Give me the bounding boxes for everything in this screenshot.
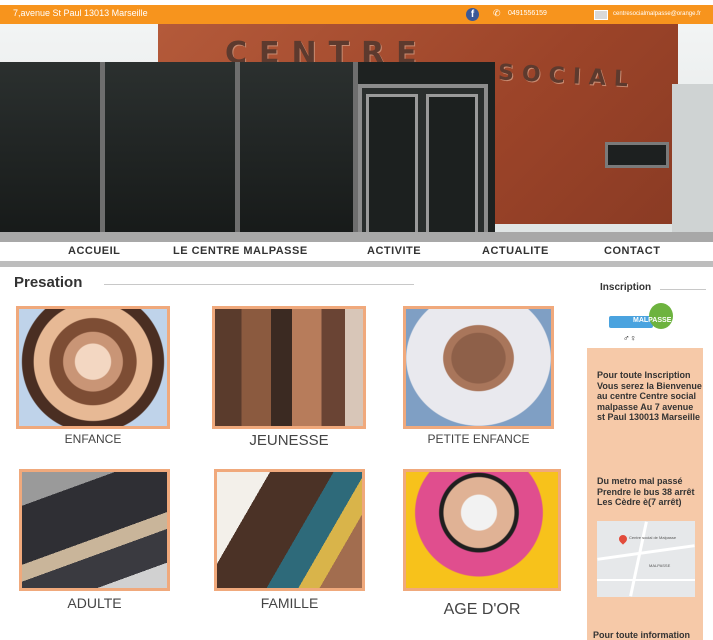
directions-text: Du metro mal passé Prendre le bus 38 arr… — [597, 476, 695, 507]
people-icon: ♂♀ — [623, 333, 637, 343]
phone-number[interactable]: 0491556159 — [508, 10, 547, 17]
card-image-adulte[interactable] — [19, 469, 170, 591]
nav-le-centre-malpasse[interactable]: LE CENTRE MALPASSE — [173, 245, 308, 257]
inscription-text: Pour toute Inscription Vous serez la Bie… — [597, 370, 702, 422]
location-map[interactable]: Centre social de Malpasse MALPASSE — [597, 521, 695, 597]
card-image-enfance[interactable] — [16, 306, 170, 429]
card-image-age-dor[interactable] — [403, 469, 561, 591]
map-label-area: MALPASSE — [649, 563, 671, 568]
map-label-centre: Centre social de Malpasse — [629, 535, 677, 540]
facebook-icon[interactable]: f — [466, 8, 479, 21]
malpasse-logo[interactable]: MALPASSE ♂♀ — [609, 303, 673, 345]
map-pin-icon — [617, 533, 629, 545]
card-image-famille[interactable] — [214, 469, 365, 591]
logo-text: MALPASSE — [633, 317, 672, 324]
inscription-info-box: Pour toute Inscription Vous serez la Bie… — [587, 348, 703, 640]
address-text: 7,avenue St Paul 13013 Marseille — [13, 8, 148, 18]
sidebar-title: Inscription — [600, 282, 652, 293]
card-label-petite-enfance[interactable]: PETITE ENFANCE — [403, 432, 554, 446]
entrance-door — [358, 84, 488, 242]
sidebar-footer-text: Pour toute information — [593, 630, 690, 640]
nav-contact[interactable]: CONTACT — [604, 245, 660, 257]
card-image-petite-enfance[interactable] — [403, 306, 554, 429]
email-link[interactable]: centresocialmalpasse@orange.fr — [613, 11, 701, 17]
section-title: Presation — [14, 274, 83, 291]
mail-icon — [594, 10, 608, 20]
hero-banner-image: CENTRE SOCIAL — [0, 24, 713, 242]
card-image-jeunesse[interactable] — [212, 306, 366, 429]
section-rule — [104, 284, 414, 285]
nav-accueil[interactable]: ACCUEIL — [68, 245, 120, 257]
phone-icon: ✆ — [493, 8, 501, 18]
nav-divider — [0, 261, 713, 267]
top-contact-bar: 7,avenue St Paul 13013 Marseille f ✆ 049… — [0, 5, 713, 24]
card-label-famille[interactable]: FAMILLE — [214, 595, 365, 611]
nav-actualite[interactable]: ACTUALITE — [482, 245, 549, 257]
card-label-jeunesse[interactable]: JEUNESSE — [212, 432, 366, 449]
card-label-adulte[interactable]: ADULTE — [19, 595, 170, 611]
card-label-enfance[interactable]: ENFANCE — [16, 432, 170, 446]
card-label-age-dor[interactable]: AGE D'OR — [403, 601, 561, 619]
main-nav: ACCUEIL LE CENTRE MALPASSE ACTIVITE ACTU… — [0, 242, 713, 261]
sidebar-rule — [660, 289, 706, 290]
nav-activite[interactable]: ACTIVITE — [367, 245, 421, 257]
